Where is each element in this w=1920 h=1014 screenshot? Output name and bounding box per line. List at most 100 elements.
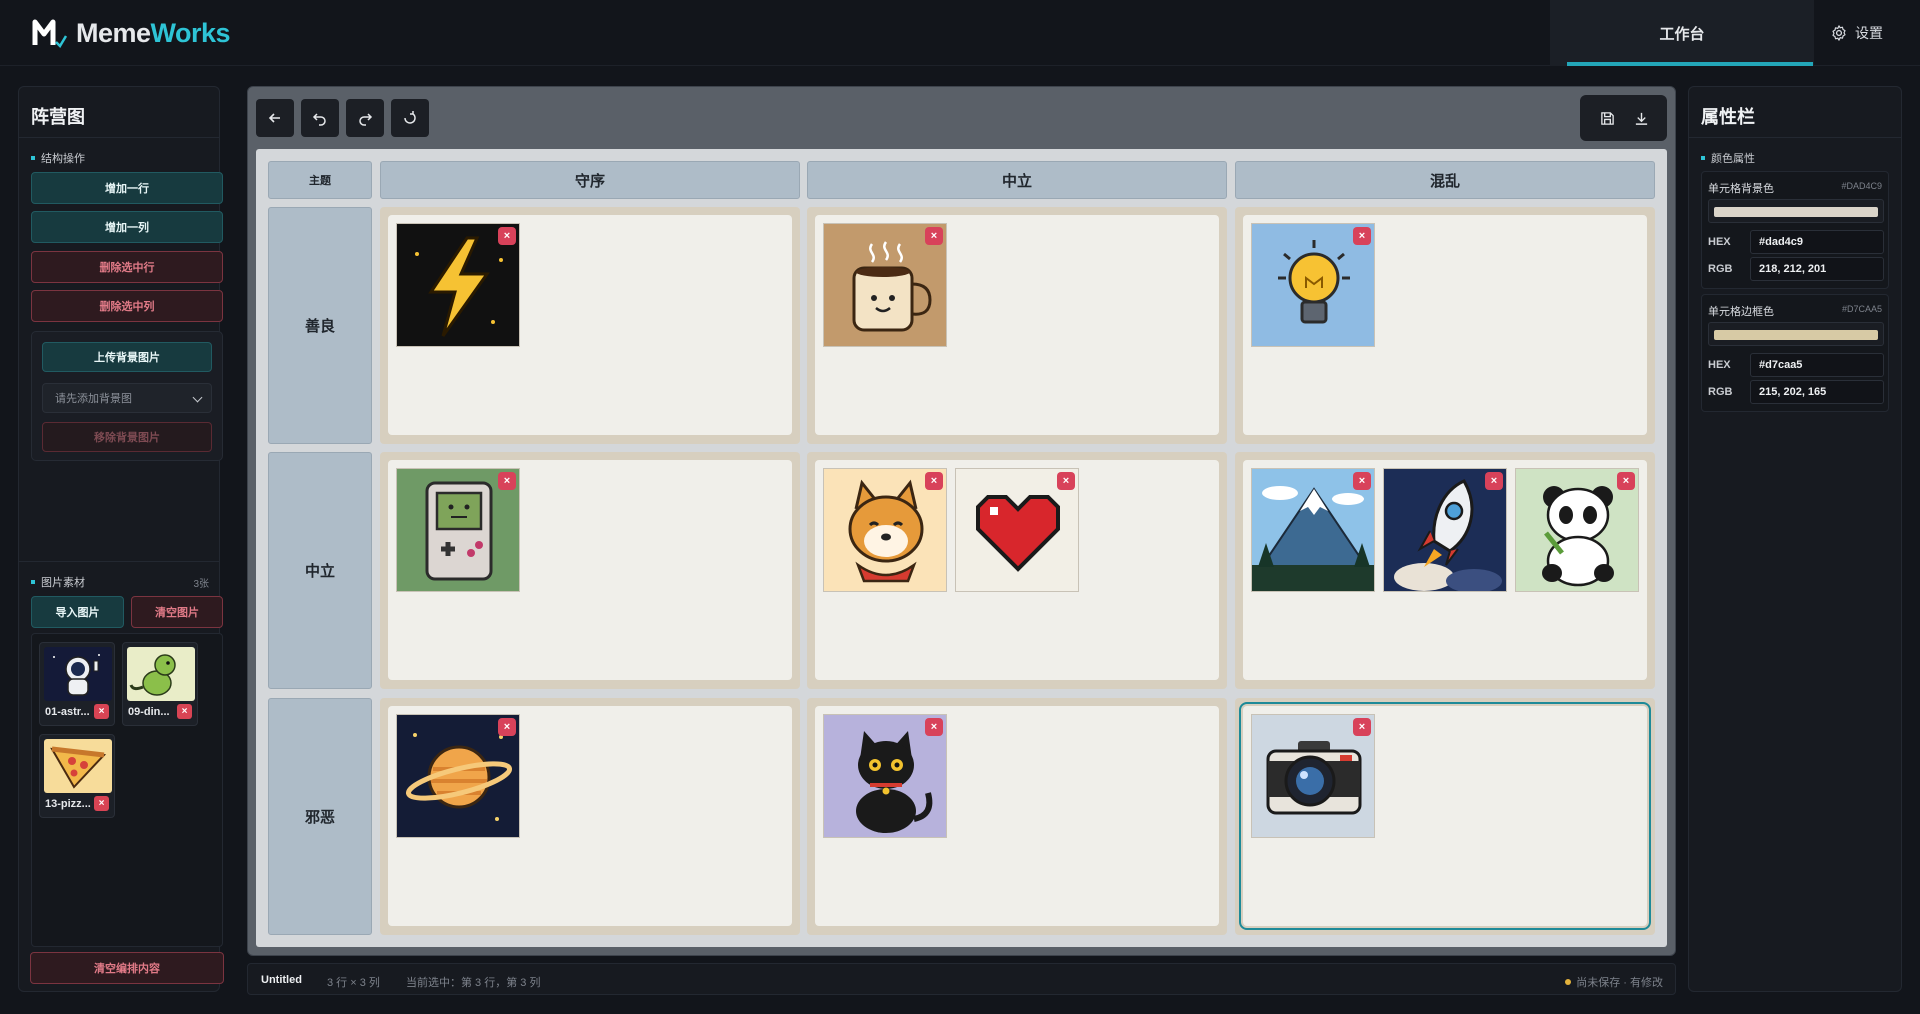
redo-button[interactable] [346, 99, 384, 137]
remove-image-button[interactable]: × [1353, 718, 1371, 736]
save-icon [1600, 111, 1614, 125]
grid-image[interactable]: × [1515, 468, 1639, 592]
asset-item[interactable]: 01-astr... × [39, 642, 115, 726]
asset-label: 01-astr... [45, 706, 90, 718]
grid-image[interactable]: × [823, 468, 947, 592]
download-icon [1635, 112, 1647, 125]
grid-cell[interactable]: × [388, 706, 792, 926]
remove-background-button[interactable]: 移除背景图片 [42, 422, 212, 452]
color-swatch[interactable] [1708, 322, 1884, 346]
active-tab-indicator [1567, 62, 1813, 66]
tab-workspace-label: 工作台 [1659, 25, 1705, 43]
grid-image[interactable]: × [396, 468, 520, 592]
rgb-input[interactable]: 215, 202, 165 [1750, 380, 1884, 404]
astronaut-image [44, 647, 112, 701]
remove-image-button[interactable]: × [1353, 227, 1371, 245]
grid-image[interactable]: × [1251, 223, 1375, 347]
remove-image-button[interactable]: × [1057, 472, 1075, 490]
pizza-image [44, 739, 112, 793]
asset-item[interactable]: 13-pizz... × [39, 734, 115, 818]
remove-asset-button[interactable]: × [177, 704, 192, 719]
grid-cell[interactable]: × [815, 706, 1219, 926]
rgb-key: RGB [1708, 386, 1733, 398]
arrow-left-icon [268, 113, 280, 123]
row-header[interactable]: 善良 [268, 207, 372, 444]
grid-image[interactable]: × [396, 223, 520, 347]
remove-image-button[interactable]: × [498, 227, 516, 245]
grid-cell[interactable]: × × × [1243, 460, 1647, 680]
undo-button[interactable] [301, 99, 339, 137]
remove-image-button[interactable]: × [1617, 472, 1635, 490]
tab-workspace[interactable]: 工作台 [1550, 0, 1814, 66]
document-name: Untitled [261, 974, 302, 986]
hex-input[interactable]: #d7caa5 [1750, 353, 1884, 377]
add-row-button[interactable]: 增加一行 [31, 172, 223, 204]
add-column-button[interactable]: 增加一列 [31, 211, 223, 243]
rgb-input[interactable]: 218, 212, 201 [1750, 257, 1884, 281]
grid-cell[interactable]: × [388, 215, 792, 435]
grid-image[interactable]: × [1383, 468, 1507, 592]
grid-corner: 主题 [268, 161, 372, 199]
canvas-area: 主题 守序 中立 混乱 善良 中立 邪恶 × × × × × × × × × ×… [247, 86, 1676, 956]
import-images-button[interactable]: 导入图片 [31, 596, 124, 628]
back-button[interactable] [256, 99, 294, 137]
file-actions [1580, 95, 1667, 141]
logo: MemeWorks [32, 16, 231, 50]
clear-images-button[interactable]: 清空图片 [131, 596, 223, 628]
column-header[interactable]: 中立 [807, 161, 1227, 199]
grid-image[interactable]: × [1251, 714, 1375, 838]
remove-image-button[interactable]: × [498, 472, 516, 490]
divider [19, 561, 219, 562]
remove-image-button[interactable]: × [1485, 472, 1503, 490]
remove-image-button[interactable]: × [925, 472, 943, 490]
grid-cell[interactable]: × × [815, 460, 1219, 680]
hex-key: HEX [1708, 359, 1731, 371]
delete-row-button[interactable]: 删除选中行 [31, 251, 223, 283]
grid-cell[interactable]: × [815, 215, 1219, 435]
grid-image[interactable]: × [1251, 468, 1375, 592]
remove-image-button[interactable]: × [925, 718, 943, 736]
asset-item[interactable]: 09-din... × [122, 642, 198, 726]
grid-image[interactable]: × [823, 223, 947, 347]
asset-label: 13-pizz... [45, 798, 91, 810]
remove-asset-button[interactable]: × [94, 796, 109, 811]
column-header[interactable]: 混乱 [1235, 161, 1655, 199]
cell-background-color-group: 单元格背景色 #DAD4C9 HEX #dad4c9 RGB 218, 212,… [1701, 171, 1889, 289]
remove-image-button[interactable]: × [1353, 472, 1371, 490]
property-label: 单元格边框色 [1708, 306, 1774, 318]
reset-button[interactable] [391, 99, 429, 137]
divider [1689, 137, 1901, 138]
remove-image-button[interactable]: × [498, 718, 516, 736]
settings-button[interactable]: 设置 [1830, 0, 1920, 66]
panel-title: 属性栏 [1701, 107, 1755, 127]
hex-input[interactable]: #dad4c9 [1750, 230, 1884, 254]
row-header[interactable]: 邪恶 [268, 698, 372, 935]
hex-key: HEX [1708, 236, 1731, 248]
grid-image[interactable]: × [823, 714, 947, 838]
status-bar: Untitled 3 行 × 3 列 当前选中：第 3 行，第 3 列 尚未保存… [247, 963, 1676, 995]
redo-icon [359, 113, 373, 126]
background-select[interactable]: 请先添加背景图 [42, 383, 212, 413]
property-code: #D7CAA5 [1841, 304, 1882, 314]
grid-image[interactable]: × [396, 714, 520, 838]
delete-column-button[interactable]: 删除选中列 [31, 290, 223, 322]
color-swatch[interactable] [1708, 199, 1884, 223]
grid-cell[interactable]: × [388, 460, 792, 680]
remove-asset-button[interactable]: × [94, 704, 109, 719]
column-header[interactable]: 守序 [380, 161, 800, 199]
remove-image-button[interactable]: × [925, 227, 943, 245]
grid-size: 3 行 × 3 列 [327, 977, 380, 989]
rgb-key: RGB [1708, 263, 1733, 275]
row-header[interactable]: 中立 [268, 452, 372, 689]
save-button[interactable] [1592, 103, 1622, 133]
background-image-group: 上传背景图片 请先添加背景图 移除背景图片 [31, 331, 223, 461]
assets-count: 3张 [193, 579, 209, 590]
upload-background-button[interactable]: 上传背景图片 [42, 342, 212, 372]
clear-layout-button[interactable]: 清空编排内容 [30, 952, 224, 984]
assets-section-title: 图片素材 [31, 574, 85, 590]
brand-name-b: Works [150, 17, 231, 48]
grid-cell-selected[interactable]: × [1239, 702, 1651, 930]
download-button[interactable] [1626, 103, 1656, 133]
grid-cell[interactable]: × [1243, 215, 1647, 435]
grid-image[interactable]: × [955, 468, 1079, 592]
